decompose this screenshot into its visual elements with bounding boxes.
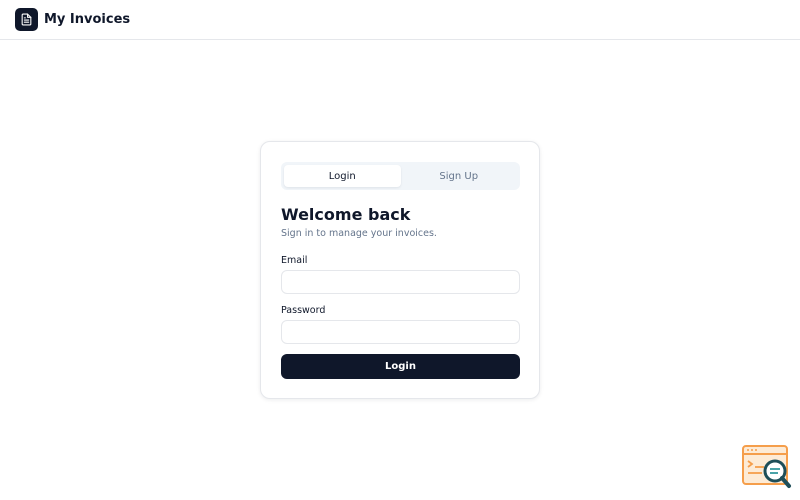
app-header: My Invoices xyxy=(0,0,800,40)
search-window-icon[interactable] xyxy=(742,445,792,489)
login-button[interactable]: Login xyxy=(281,354,520,379)
app-title: My Invoices xyxy=(44,12,131,27)
tab-sign-up[interactable]: Sign Up xyxy=(401,165,518,187)
page-title: Welcome back xyxy=(281,205,411,224)
page-subtitle: Sign in to manage your invoices. xyxy=(281,228,437,239)
password-field[interactable] xyxy=(281,320,520,344)
password-label: Password xyxy=(281,305,326,316)
email-field[interactable] xyxy=(281,270,520,294)
tab-login[interactable]: Login xyxy=(284,165,401,187)
auth-tabs: Login Sign Up xyxy=(281,162,520,190)
email-label: Email xyxy=(281,255,308,266)
auth-card: Login Sign Up Welcome back Sign in to ma… xyxy=(260,141,540,399)
document-icon xyxy=(15,8,38,31)
